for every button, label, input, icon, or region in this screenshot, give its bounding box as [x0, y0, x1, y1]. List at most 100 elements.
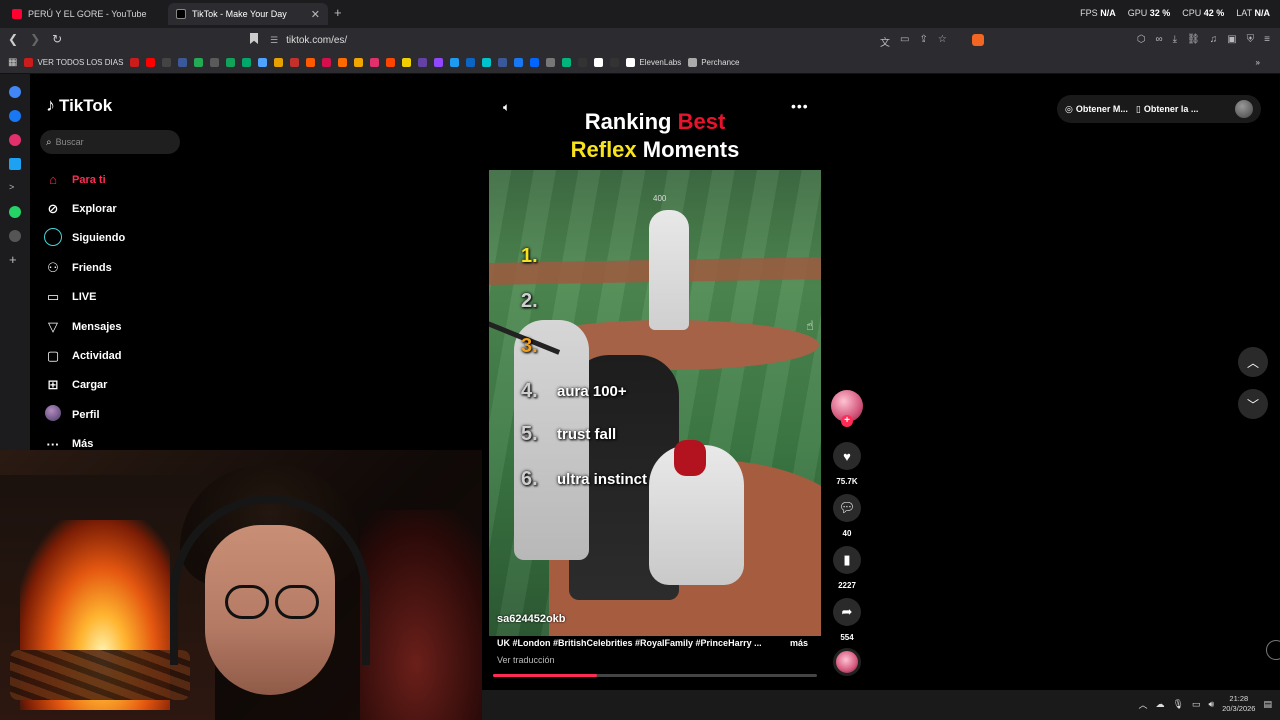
bookmark-favicon-icon[interactable] [258, 58, 268, 67]
nav-item-siguiendo[interactable]: Siguiendo [44, 224, 244, 253]
video-player[interactable]: 400 1. 2. 3. 4. aura 100+ 5. trust fall 6. ultra… [489, 170, 821, 636]
vpn-icon[interactable]: ∞ [1155, 34, 1162, 45]
bookmark-favicon-icon[interactable] [610, 58, 620, 67]
bookmark-favicon-icon[interactable] [482, 58, 492, 67]
clock[interactable]: 21:28 20/3/2026 [1222, 694, 1255, 714]
video-progress-bar[interactable] [493, 674, 817, 677]
nav-item-para-ti[interactable]: ⌂ Para ti [44, 165, 244, 194]
tab-youtube[interactable]: PERÚ Y EL GORE - YouTube [4, 3, 164, 25]
bookmark-icon[interactable] [250, 33, 258, 44]
google-icon[interactable] [9, 86, 21, 98]
translate-icon[interactable]: 文 [880, 34, 890, 49]
bookmark-favicon-icon[interactable] [578, 58, 588, 67]
search-input[interactable] [55, 137, 166, 147]
cloud-icon[interactable]: ☁ [1155, 699, 1164, 710]
star-icon[interactable]: ☆ [938, 34, 947, 49]
bookmark-favicon-icon[interactable] [322, 58, 332, 67]
nav-item-actividad[interactable]: ▢ Actividad [44, 341, 244, 370]
bookmark-favicon-icon[interactable] [546, 58, 556, 67]
search-box[interactable]: ⌕ [40, 130, 180, 154]
nav-item-cargar[interactable]: ⊞ Cargar [44, 371, 244, 400]
bookmark-favicon-icon[interactable] [290, 58, 300, 67]
bookmark-favicon-icon[interactable] [162, 58, 172, 67]
nav-item-mensajes[interactable]: ▽ Mensajes [44, 312, 244, 341]
video-caption[interactable]: UK #London #BritishCelebrities #RoyalFam… [497, 638, 777, 648]
video-author[interactable]: sa624452okb [497, 613, 566, 625]
add-panel-icon[interactable]: + [9, 252, 21, 267]
scroll-handle-icon[interactable] [1266, 640, 1280, 660]
facebook-icon[interactable] [9, 110, 21, 122]
nav-item-perfil[interactable]: Perfil [44, 400, 244, 429]
like-button[interactable]: ♥ [833, 442, 861, 470]
previous-video-button[interactable]: ︿ [1238, 347, 1268, 377]
bookmark-favicon-icon[interactable] [306, 58, 316, 67]
microphone-icon[interactable]: 🎙︎ [1172, 699, 1183, 710]
tray-expand-icon[interactable]: ︿ [1138, 698, 1147, 711]
bookmark-elevenlabs[interactable]: ElevenLabs [626, 58, 681, 67]
music-disc-icon[interactable] [833, 648, 861, 676]
bookmark-favicon-icon[interactable] [594, 58, 604, 67]
music-icon[interactable]: ♫ [1210, 34, 1218, 45]
site-settings-icon[interactable]: ☰ [270, 35, 278, 46]
menu-icon[interactable]: ≡ [1264, 34, 1270, 45]
save-button[interactable]: ▮ [833, 546, 861, 574]
new-tab-icon[interactable]: + [334, 5, 342, 20]
nav-item-friends[interactable]: ⚇ Friends [44, 253, 244, 282]
translate-link[interactable]: Ver traducción [497, 655, 555, 665]
bookmark-favicon-icon[interactable] [370, 58, 380, 67]
link-icon[interactable]: ⛓ [1187, 34, 1200, 45]
tab-tiktok[interactable]: TikTok - Make Your Day ✕ [168, 3, 328, 25]
nav-item-explorar[interactable]: ⊘ Explorar [44, 194, 244, 223]
settings-icon[interactable] [9, 230, 21, 242]
bookmark-favicon-icon[interactable] [514, 58, 524, 67]
bookmark-favicon-icon[interactable] [498, 58, 508, 67]
reload-icon[interactable]: ↻ [52, 32, 62, 46]
bookmark-favicon-icon[interactable] [434, 58, 444, 67]
follow-plus-icon[interactable]: + [841, 415, 853, 427]
bookmark-favicon-icon[interactable] [530, 58, 540, 67]
bookmark-favicon-icon[interactable] [466, 58, 476, 67]
next-video-button[interactable]: ﹀ [1238, 389, 1268, 419]
bookmark-favicon-icon[interactable] [338, 58, 348, 67]
forward-icon[interactable]: ❯ [30, 32, 40, 46]
bookmark-favicon-icon[interactable] [194, 58, 204, 67]
user-avatar[interactable] [1235, 100, 1253, 118]
shield-check-icon[interactable]: ⛨ [1247, 34, 1255, 45]
bookmark-favicon-icon[interactable] [242, 58, 252, 67]
bookmark-favicon-icon[interactable] [354, 58, 364, 67]
apps-grid-icon[interactable]: ▦ [8, 57, 17, 68]
bookmarks-overflow-icon[interactable]: » [1256, 58, 1260, 67]
share-icon[interactable]: ⇪ [919, 34, 927, 49]
comment-button[interactable]: 💬︎ [833, 494, 861, 522]
whatsapp-icon[interactable] [9, 206, 21, 218]
bookmark-favicon-icon[interactable] [418, 58, 428, 67]
bookmark-favicon-icon[interactable] [226, 58, 236, 67]
trello-icon[interactable] [9, 158, 21, 170]
bookmark-favicon-icon[interactable] [178, 58, 188, 67]
bookmark-favicon-icon[interactable] [146, 58, 156, 67]
forward-small-icon[interactable]: > [9, 182, 21, 194]
bookmark-ver-todos[interactable]: VER TODOS LOS DIAS [24, 58, 123, 67]
bookmark-favicon-icon[interactable] [562, 58, 572, 67]
wallet-icon[interactable]: ▣ [1227, 34, 1236, 45]
close-tab-icon[interactable]: ✕ [311, 8, 320, 21]
tiktok-logo[interactable]: ♪ TikTok [46, 95, 112, 116]
caption-more-link[interactable]: más [790, 638, 808, 648]
get-coins-button[interactable]: ◎ Obtener M... [1065, 104, 1128, 115]
bookmark-favicon-icon[interactable] [130, 58, 140, 67]
bookmark-favicon-icon[interactable] [402, 58, 412, 67]
bookmark-favicon-icon[interactable] [450, 58, 460, 67]
bookmark-perchance[interactable]: Perchance [688, 58, 739, 67]
bookmark-favicon-icon[interactable] [386, 58, 396, 67]
extensions-icon[interactable]: ⬡ [1137, 34, 1146, 45]
downloads-icon[interactable]: ⤓ [1173, 34, 1177, 45]
get-app-button[interactable]: ▯ Obtener la ... [1136, 104, 1198, 115]
nav-item-live[interactable]: ▭ LIVE [44, 283, 244, 312]
instagram-icon[interactable] [9, 134, 21, 146]
share-button[interactable]: ➦ [833, 598, 861, 626]
back-icon[interactable]: ❮ [8, 32, 18, 46]
brave-shield-icon[interactable] [972, 34, 984, 46]
bookmark-favicon-icon[interactable] [274, 58, 284, 67]
bookmark-favicon-icon[interactable] [210, 58, 220, 67]
screenshot-icon[interactable]: ▭ [900, 34, 909, 49]
